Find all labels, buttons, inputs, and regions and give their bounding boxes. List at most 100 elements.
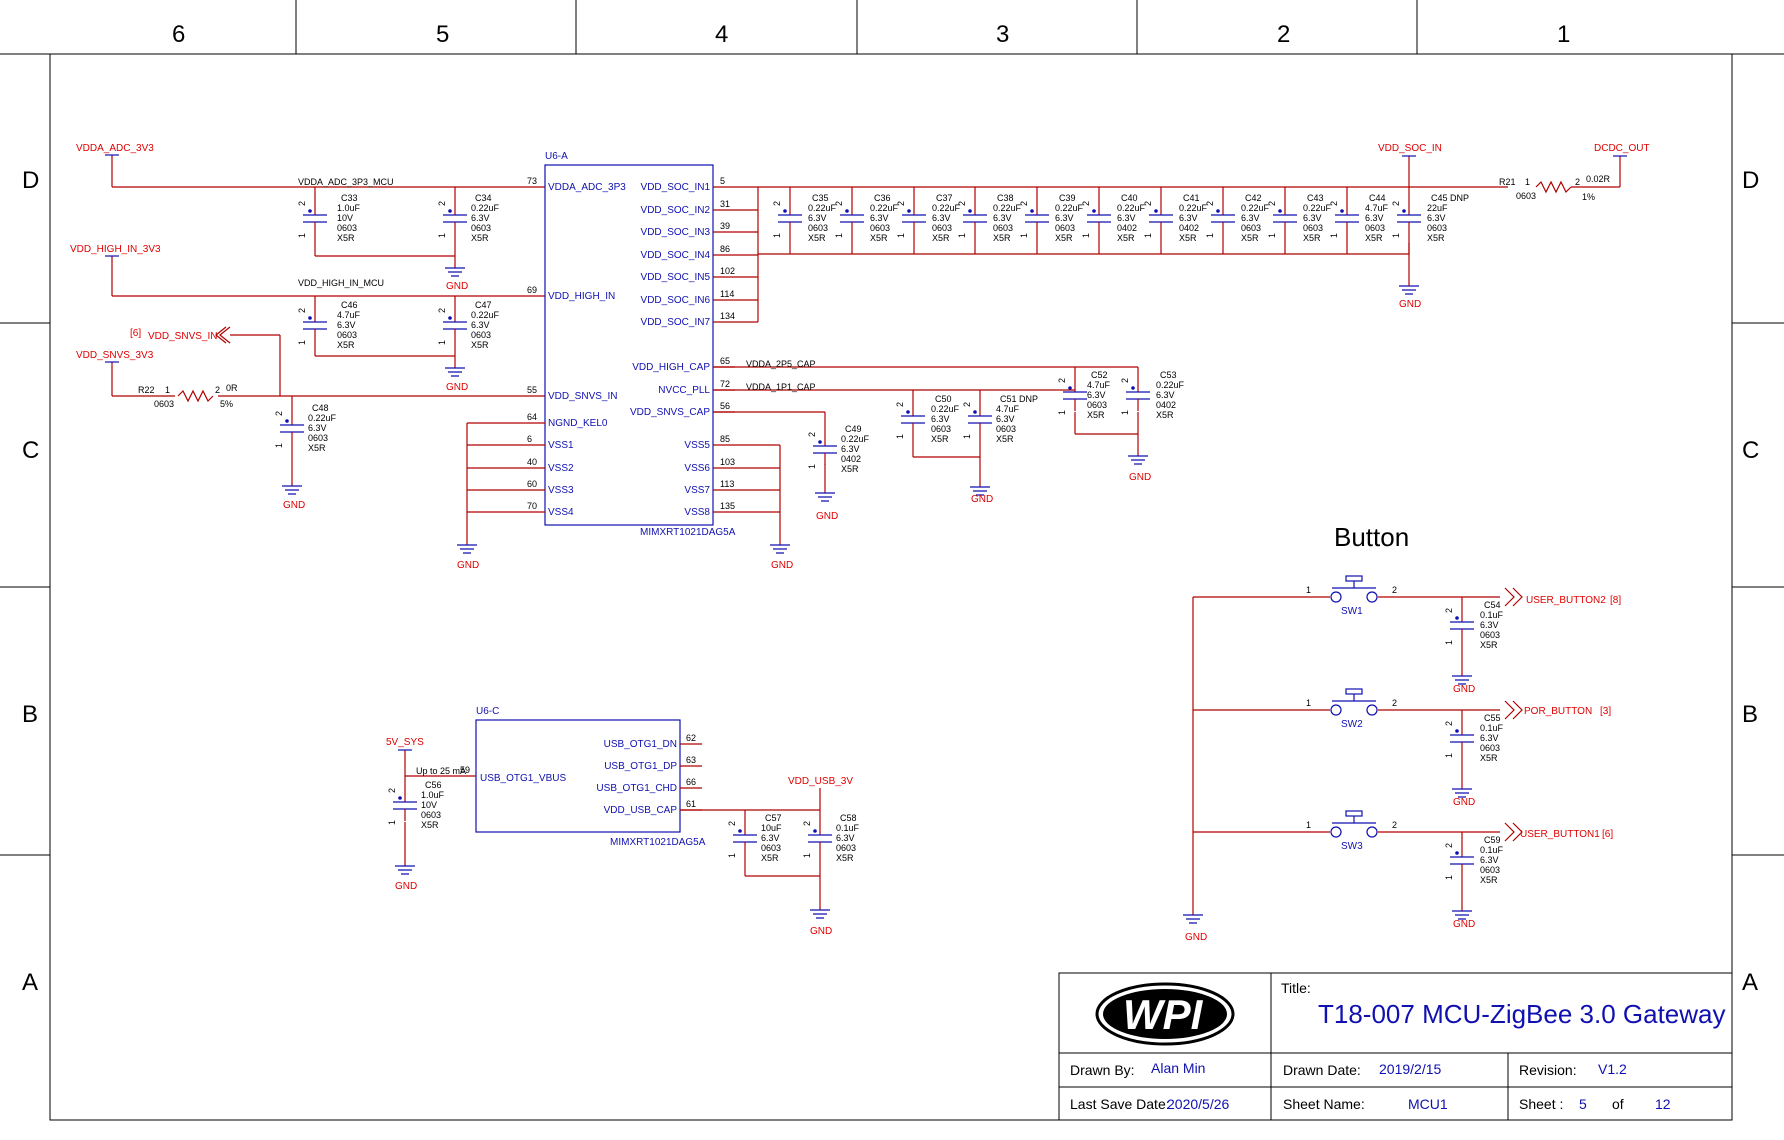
cap-package: 0603 [836, 843, 856, 853]
pin-number: 39 [720, 221, 730, 231]
cap-pin2: 2 [1205, 201, 1215, 206]
svg-text:GND: GND [971, 494, 993, 505]
cap-pin2: 2 [1267, 201, 1277, 206]
u6a-pin: 103 VSS6 [684, 457, 780, 474]
cap-pin1: 1 [1391, 233, 1401, 238]
cap-ref: C58 [840, 813, 857, 823]
drawn-by-label: Drawn By: [1070, 1062, 1135, 1078]
mid-cap-group: 21C490.22uF6.3V0402X5R21C500.22uF6.3V060… [807, 370, 1185, 474]
cap-package: 0603 [1241, 223, 1261, 233]
pin-number: 66 [686, 777, 696, 787]
cap-pin1: 1 [274, 443, 284, 448]
r22-pin2: 2 [215, 385, 220, 395]
cap-voltage: 6.3V [308, 423, 327, 433]
net-label-vdda-adc-mcu: VDDA_ADC_3P3_MCU [298, 177, 394, 187]
cap-dielectric: X5R [870, 233, 888, 243]
cap-ref: C59 [1484, 835, 1501, 845]
u6a-pin: 5 VDD_SOC_IN1 [641, 176, 758, 193]
zone-row-label: D [22, 167, 39, 194]
cap-package: 0603 [870, 223, 890, 233]
cap-dielectric: X5R [421, 820, 439, 830]
svg-text:GND: GND [395, 881, 417, 892]
button-row: 1 2 SW3 2 1 C590.1uF6.3V0603X5R GND [1193, 810, 1523, 930]
u6c-pins: 59USB_OTG1_VBUS62USB_OTG1_DN63USB_OTG1_D… [460, 733, 702, 816]
cap-package: 0402 [1117, 223, 1137, 233]
cap-voltage: 6.3V [1480, 855, 1499, 865]
cap-voltage: 10V [421, 800, 437, 810]
last-save-label: Last Save Date: [1070, 1096, 1170, 1112]
cap-pin1: 1 [727, 853, 737, 858]
cap-dielectric: X5R [1480, 640, 1498, 650]
u6a-pin: 113 VSS7 [684, 479, 780, 496]
capacitor-c51: 2 1 C51 DNP4.7uF6.3V0603X5R [962, 394, 1038, 444]
cap-dielectric: X5R [1480, 753, 1498, 763]
cap-package: 0603 [337, 223, 357, 233]
ground-symbol: GND [1452, 675, 1475, 695]
cap-package: 0603 [308, 433, 328, 443]
cap-package: 0402 [1179, 223, 1199, 233]
zone-column-label: 3 [996, 21, 1009, 48]
capacitor-soc-4: 2 1 C390.22uF6.3V0603X5R [1019, 193, 1084, 243]
capacitor-soc-6: 2 1 C410.22uF6.3V0402X5R [1143, 193, 1208, 243]
u6c-pin: 62 USB_OTG1_DN [604, 733, 702, 750]
pin-name: NVCC_PLL [658, 385, 710, 396]
pin-name: VDD_USB_CAP [604, 805, 678, 816]
cap-pin1: 1 [962, 434, 972, 439]
u6c-pin: 61 VDD_USB_CAP [604, 799, 702, 816]
pin-number: 60 [527, 479, 537, 489]
pin-number: 69 [527, 285, 537, 295]
cap-pin1: 1 [895, 434, 905, 439]
switch-pin2: 2 [1392, 820, 1397, 830]
pin-number: 134 [720, 311, 735, 321]
cap-package: 0402 [841, 454, 861, 464]
zone-row-label: B [22, 701, 38, 728]
cap-value: 4.7uF [1087, 380, 1111, 390]
cap-voltage: 6.3V [1427, 213, 1446, 223]
net-label-5v-sys: 5V_SYS [386, 737, 424, 748]
title-label: Title: [1281, 980, 1311, 996]
capacitor-soc-9: 2 1 C444.7uF6.3V0603X5R [1329, 193, 1389, 243]
u6a-ic: U6-A MIMXRT1021DAG5A 73 VDDA_ADC_3P3 69 VDD… [467, 151, 780, 538]
u6a-pin: 85 VSS5 [684, 434, 780, 451]
capacitor-soc-7: 2 1 C420.22uF6.3V0603X5R [1205, 193, 1270, 243]
cap-package: 0603 [1480, 743, 1500, 753]
cap-voltage: 6.3V [1179, 213, 1198, 223]
cap-value: 1.0uF [337, 203, 361, 213]
capacitor-c57: 2 1 C5710uF6.3V0603X5R [727, 813, 782, 863]
pin-number: 55 [527, 385, 537, 395]
ground-label: GND [1453, 797, 1475, 808]
svg-text:GND: GND [810, 926, 832, 937]
cap-value: 0.1uF [1480, 845, 1504, 855]
cap-value: 0.22uF [993, 203, 1022, 213]
pin-name: VDD_SOC_IN6 [641, 295, 711, 306]
r22-package: 0603 [154, 399, 174, 409]
pin-name: NGND_KEL0 [548, 418, 608, 429]
pin-name: VDD_HIGH_CAP [632, 362, 710, 373]
pin-number: 62 [686, 733, 696, 743]
cap-voltage: 6.3V [1303, 213, 1322, 223]
cap-pin2: 2 [807, 432, 817, 437]
last-save-value: 2020/5/26 [1167, 1096, 1229, 1112]
capacitor-btn-0: 2 1 C540.1uF6.3V0603X5R [1444, 600, 1504, 650]
cap-pin1: 1 [1057, 410, 1067, 415]
sheet-of-label: of [1612, 1096, 1624, 1112]
cap-ref: C37 [936, 193, 953, 203]
pin-name: VSS3 [548, 485, 574, 496]
switch-pin1: 1 [1306, 585, 1311, 595]
cap-pin1: 1 [1019, 233, 1029, 238]
cap-value: 0.1uF [836, 823, 860, 833]
cap-package: 0603 [471, 330, 491, 340]
cap-ref: C41 [1183, 193, 1200, 203]
cap-pin1: 1 [834, 233, 844, 238]
capacitor-c34: 2 1 C340.22uF6.3V0603X5R [437, 193, 500, 243]
cap-pin2: 2 [297, 308, 307, 313]
cap-voltage: 6.3V [1365, 213, 1384, 223]
cap-pin1: 1 [387, 820, 397, 825]
u6c-part: MIMXRT1021DAG5A [610, 837, 706, 848]
cap-dielectric: X5R [761, 853, 779, 863]
cap-pin1: 1 [772, 233, 782, 238]
cap-pin1: 1 [1444, 753, 1454, 758]
cap-value: 0.22uF [1303, 203, 1332, 213]
cap-voltage: 6.3V [993, 213, 1012, 223]
u6c-pin: 63 USB_OTG1_DP [604, 755, 702, 772]
